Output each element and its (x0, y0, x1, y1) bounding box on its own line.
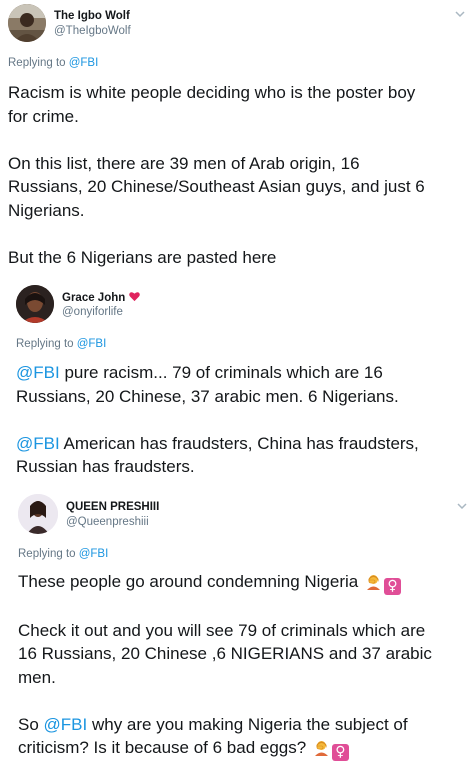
display-name[interactable]: QUEEN PRESHIII (66, 501, 159, 513)
replying-to: Replying to @FBI (16, 338, 106, 350)
avatar[interactable] (16, 285, 54, 323)
text-line: Russians, 20 Chinese/Southeast Asian guy… (8, 177, 425, 196)
user-handle[interactable]: @onyiforlife (62, 306, 123, 318)
text-line: criticism? Is it because of 6 bad eggs? … (18, 736, 432, 761)
text-span: criticism? Is it because of 6 bad eggs? (18, 738, 307, 757)
text-line: Racism is white people deciding who is t… (8, 83, 416, 102)
replying-label: Replying to (18, 548, 79, 560)
tweet-queen-preshiii[interactable]: QUEEN PRESHIII @Queenpreshiii Replying t… (0, 488, 472, 776)
heart-icon (129, 292, 141, 302)
mention-link[interactable]: @FBI (44, 715, 88, 734)
display-name[interactable]: Grace John (62, 292, 125, 304)
text-line: @FBI American has fraudsters, China has … (16, 432, 419, 456)
text-span: So (18, 714, 44, 734)
text-line: 16 Russians, 20 Chinese ,6 NIGERIANS and… (18, 644, 432, 663)
text-span: why are you making Nigeria the subject o… (87, 714, 408, 734)
tweet-the-igbo-wolf[interactable]: The Igbo Wolf @TheIgboWolf Replying to @… (0, 0, 472, 282)
replying-to: Replying to @FBI (8, 57, 98, 69)
avatar[interactable] (8, 4, 46, 42)
replying-mention-link[interactable]: @FBI (79, 548, 109, 560)
female-sign-icon: ♀ (383, 578, 401, 595)
display-name-row: Grace John (62, 291, 141, 304)
text-line: So @FBI why are you making Nigeria the s… (18, 713, 432, 737)
replying-label: Replying to (16, 338, 77, 350)
text-line: On this list, there are 39 men of Arab o… (8, 153, 360, 173)
chevron-down-icon[interactable] (454, 8, 466, 20)
mention-link[interactable]: @FBI (16, 363, 60, 382)
chevron-down-icon[interactable] (456, 500, 468, 512)
text-span: pure racism... 79 of criminals which are… (59, 363, 383, 382)
woman-facepalming-icon (313, 739, 330, 756)
replying-mention-link[interactable]: @FBI (77, 338, 107, 350)
display-name[interactable]: The Igbo Wolf (54, 10, 130, 22)
replying-label: Replying to (8, 57, 69, 69)
text-line: Check it out and you will see 79 of crim… (18, 620, 426, 640)
tweet-text: Racism is white people deciding who is t… (8, 81, 425, 269)
text-span: American has fraudsters, China has fraud… (59, 433, 419, 453)
profile-photo (16, 285, 54, 323)
text-line: @FBI pure racism... 79 of criminals whic… (16, 361, 419, 385)
text-line: Russians, 20 Chinese, 37 arabic men. 6 N… (16, 386, 399, 406)
text-line: These people go around condemning Nigeri… (18, 570, 432, 595)
user-handle[interactable]: @TheIgboWolf (54, 25, 131, 37)
text-line: Russian has fraudsters. (16, 457, 195, 476)
avatar[interactable] (18, 494, 58, 534)
female-sign-icon: ♀ (331, 744, 349, 761)
woman-facepalming-icon (365, 573, 382, 590)
profile-photo (8, 4, 46, 42)
replying-to: Replying to @FBI (18, 548, 108, 560)
text-line: for crime. (8, 106, 79, 126)
text-line: men. (18, 667, 56, 687)
replying-mention-link[interactable]: @FBI (69, 57, 99, 69)
text-span: These people go around condemning Nigeri… (18, 572, 359, 591)
tweet-text: @FBI pure racism... 79 of criminals whic… (16, 361, 419, 479)
mention-link[interactable]: @FBI (16, 434, 60, 453)
user-handle[interactable]: @Queenpreshiii (66, 516, 149, 528)
tweet-text: These people go around condemning Nigeri… (18, 570, 432, 761)
text-line: Nigerians. (8, 200, 85, 220)
tweet-grace-john[interactable]: Grace John @onyiforlife Replying to @FBI… (0, 282, 472, 488)
profile-photo (18, 494, 58, 534)
text-line: But the 6 Nigerians are pasted here (8, 247, 277, 267)
